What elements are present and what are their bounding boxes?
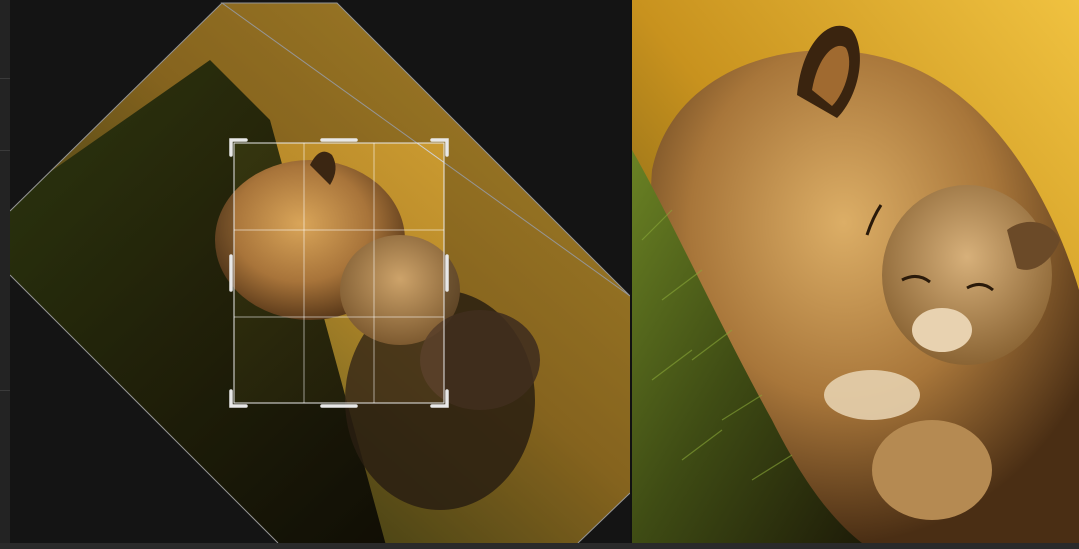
gutter-tick — [0, 390, 10, 391]
gutter-tick — [0, 78, 10, 79]
crop-canvas-svg[interactable] — [10, 0, 630, 543]
gutter-tick — [0, 150, 10, 151]
crop-preview — [632, 0, 1079, 543]
crop-preview-svg — [632, 0, 1079, 543]
crop-canvas[interactable] — [10, 0, 630, 543]
status-strip — [0, 543, 1079, 549]
crop-editor-app — [0, 0, 1079, 549]
